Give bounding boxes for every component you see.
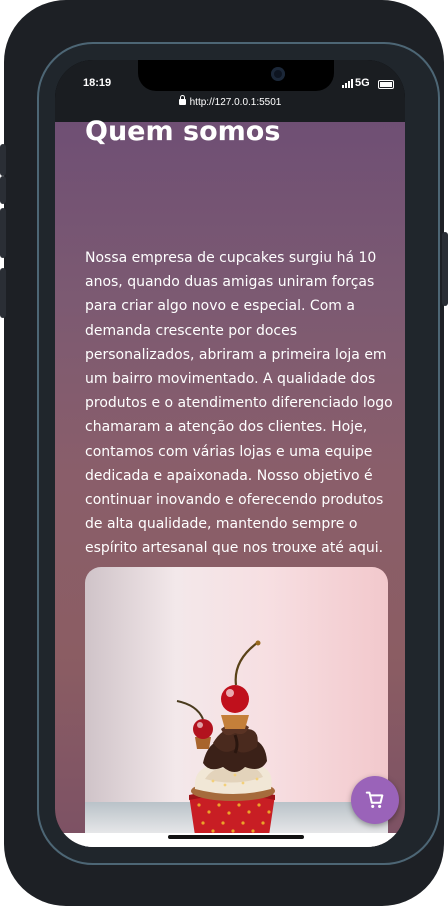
network-type: 5G [355,77,370,89]
about-section: Quem somos Nossa empresa de cupcakes sur… [55,116,405,847]
address-bar[interactable]: http://127.0.0.1:5501 [55,95,405,108]
phone-side-button [0,208,6,258]
cupcake-image [85,567,388,847]
cart-button[interactable] [351,776,399,824]
section-title: Quem somos [85,116,281,147]
status-time: 18:19 [83,77,112,89]
phone-side-button [0,268,6,318]
signal-icon [342,79,353,88]
battery-icon [378,80,394,89]
phone-side-button [442,232,448,306]
front-camera [271,67,285,81]
url-text: http://127.0.0.1:5501 [189,97,282,108]
lock-icon [178,95,186,105]
phone-side-button [0,176,6,204]
shopping-cart-icon [365,791,384,808]
phone-screen: 18:19 5G http://127.0.0.1:5501 Quem somo… [55,60,405,847]
phone-side-button [0,144,6,176]
about-paragraph: Nossa empresa de cupcakes surgiu há 10 a… [85,250,393,557]
cupcake-illustration [176,640,288,847]
notch [138,60,334,91]
status-bar: 18:19 5G http://127.0.0.1:5501 [55,60,405,122]
home-indicator[interactable] [168,835,304,839]
